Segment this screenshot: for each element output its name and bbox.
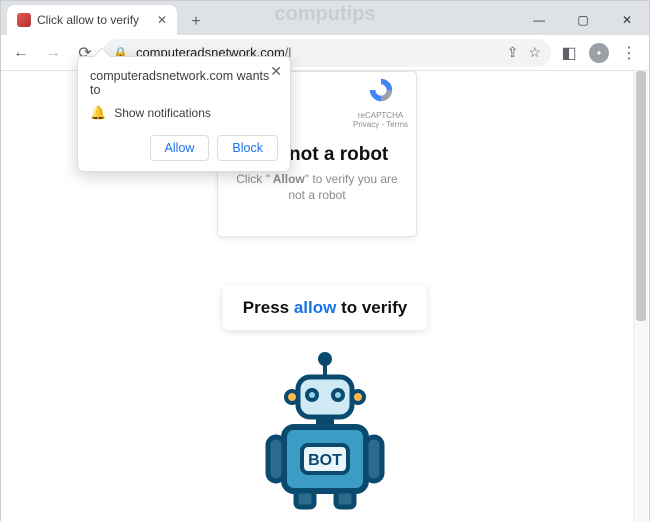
bookmark-icon[interactable]: ☆ — [528, 44, 541, 61]
prompt-domain-line: computeradsnetwork.com wants to — [90, 69, 278, 97]
back-button[interactable]: ← — [7, 39, 35, 67]
prompt-request-text: Show notifications — [114, 106, 211, 120]
window-controls: — ▢ ✕ — [517, 5, 649, 35]
prompt-close-icon[interactable]: ✕ — [270, 63, 282, 80]
press-post: to verify — [336, 298, 407, 317]
address-right-icons: ⇪ ☆ — [507, 44, 541, 61]
tab-title: Click allow to verify — [37, 13, 139, 27]
robot-illustration: BOT — [250, 351, 400, 511]
recaptcha-icon — [367, 76, 395, 104]
block-button[interactable]: Block — [217, 135, 278, 161]
minimize-button[interactable]: — — [517, 5, 561, 35]
press-text: Press allow to verify — [243, 298, 407, 317]
recaptcha-terms: Privacy - Terms — [353, 120, 408, 129]
bell-icon: 🔔 — [90, 105, 106, 121]
toolbar-right: ◧ • ⋮ — [555, 39, 643, 67]
recaptcha-label: reCAPTCHA — [353, 111, 408, 120]
press-allow-word: allow — [294, 298, 337, 317]
notification-permission-prompt: ✕ computeradsnetwork.com wants to 🔔 Show… — [77, 56, 291, 172]
captcha-sub-post: " to verify you are not a robot — [288, 172, 397, 202]
recaptcha-badge: reCAPTCHA Privacy - Terms — [353, 76, 408, 129]
captcha-sub-allow: Allow — [270, 172, 305, 186]
profile-button[interactable]: • — [585, 39, 613, 67]
maximize-button[interactable]: ▢ — [561, 5, 605, 35]
tab-close-icon[interactable]: ✕ — [157, 13, 167, 27]
window-titlebar: computips Click allow to verify ✕ + — ▢ … — [1, 1, 649, 35]
prompt-buttons: Allow Block — [90, 135, 278, 161]
menu-button[interactable]: ⋮ — [615, 39, 643, 67]
watermark: computips — [274, 3, 375, 26]
browser-tab[interactable]: Click allow to verify ✕ — [7, 5, 177, 35]
share-icon[interactable]: ⇪ — [507, 44, 519, 61]
forward-button[interactable]: → — [39, 39, 67, 67]
press-allow-card: Press allow to verify — [223, 286, 427, 330]
captcha-sub-pre: Click " — [236, 172, 270, 186]
tab-favicon — [17, 13, 31, 27]
close-window-button[interactable]: ✕ — [605, 5, 649, 35]
prompt-request-line: 🔔 Show notifications — [90, 105, 278, 121]
bot-label-text: BOT — [308, 452, 342, 469]
captcha-subtitle: Click " Allow" to verify you are not a r… — [228, 172, 406, 203]
new-tab-button[interactable]: + — [183, 9, 209, 35]
allow-button[interactable]: Allow — [150, 135, 210, 161]
press-pre: Press — [243, 298, 294, 317]
scrollbar-thumb[interactable] — [636, 71, 646, 321]
extensions-icon[interactable]: ◧ — [555, 39, 583, 67]
scrollbar[interactable] — [633, 71, 648, 522]
avatar-icon: • — [589, 43, 609, 63]
